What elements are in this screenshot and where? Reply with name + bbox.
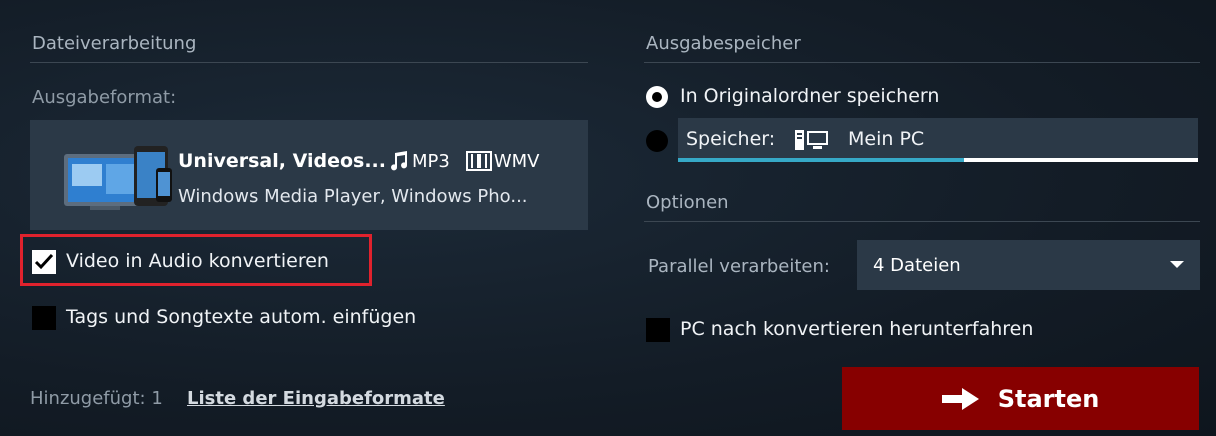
start-button-label: Starten — [997, 384, 1100, 413]
format-tag-wmv: WMV — [465, 150, 540, 172]
section-title-output-storage: Ausgabespeicher — [646, 33, 801, 54]
storage-label: Speicher: — [686, 128, 776, 150]
chevron-down-icon — [1170, 261, 1184, 268]
section-title-options: Optionen — [646, 192, 729, 213]
storage-radio[interactable] — [646, 130, 668, 152]
storage-usage-bar — [678, 158, 1198, 162]
tags-lyrics-checkbox[interactable] — [32, 306, 56, 330]
divider — [30, 62, 588, 63]
devices-icon — [64, 146, 172, 210]
start-button[interactable]: Starten — [842, 367, 1199, 430]
storage-usage-fill — [678, 158, 964, 162]
music-note-icon — [391, 151, 408, 171]
convert-audio-checkbox[interactable] — [32, 250, 56, 274]
storage-value: Mein PC — [848, 128, 925, 150]
parallel-select[interactable]: 4 Dateien — [857, 240, 1200, 290]
format-tag-mp3: MP3 — [388, 150, 450, 172]
format-tags: MP3 WMV — [388, 150, 540, 172]
film-icon — [465, 151, 492, 171]
format-tag-wmv-label: WMV — [493, 150, 540, 172]
added-count: Hinzugefügt: 1 — [30, 388, 163, 409]
original-folder-label[interactable]: In Originalordner speichern — [680, 85, 939, 107]
pc-icon — [795, 130, 828, 150]
parallel-select-value: 4 Dateien — [873, 255, 961, 276]
arrow-right-icon — [941, 387, 979, 410]
output-format-label: Ausgabeformat: — [32, 87, 177, 108]
input-formats-link[interactable]: Liste der Eingabeformate — [187, 388, 445, 409]
divider — [644, 221, 1200, 222]
parallel-label: Parallel verarbeiten: — [648, 256, 830, 277]
format-title: Universal, Videos... — [178, 150, 386, 172]
convert-audio-label[interactable]: Video in Audio konvertieren — [66, 250, 329, 272]
original-folder-radio[interactable] — [646, 86, 668, 108]
format-tag-mp3-label: MP3 — [412, 150, 450, 172]
shutdown-checkbox[interactable] — [646, 318, 670, 342]
storage-selector[interactable]: Speicher: Mein PC — [678, 118, 1198, 162]
output-format-selector[interactable]: Universal, Videos... MP3 WMV Windows Med… — [30, 120, 588, 230]
checkmark-icon — [34, 253, 54, 270]
format-subtitle: Windows Media Player, Windows Pho... — [178, 186, 528, 207]
divider — [644, 62, 1200, 63]
tags-lyrics-label[interactable]: Tags und Songtexte autom. einfügen — [66, 306, 416, 328]
shutdown-label[interactable]: PC nach konvertieren herunterfahren — [680, 318, 1033, 340]
section-title-processing: Dateiverarbeitung — [32, 33, 197, 54]
